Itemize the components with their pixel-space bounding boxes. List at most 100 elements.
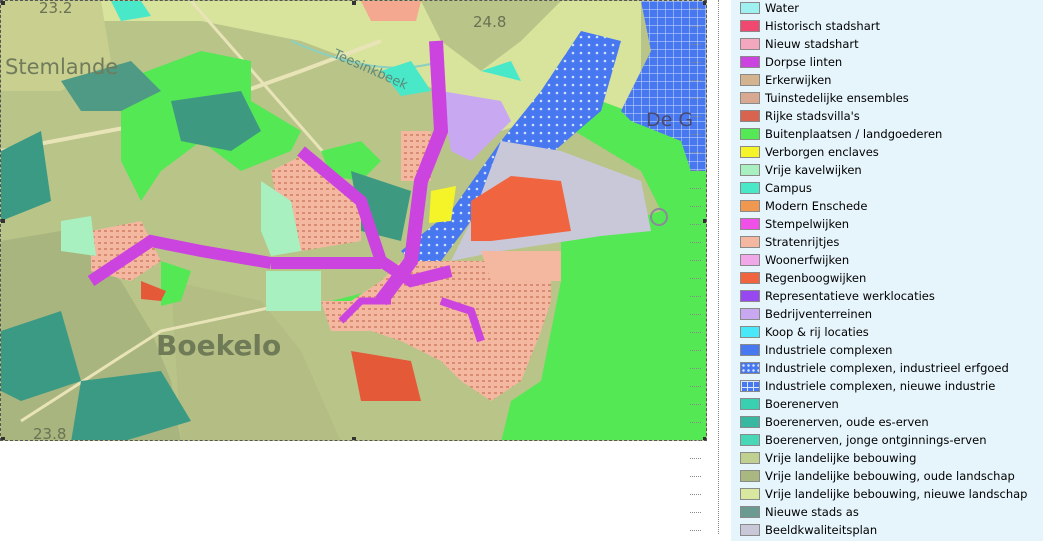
legend-connector [690, 494, 701, 495]
legend-swatch [740, 110, 760, 122]
legend-label: Industriele complexen, nieuwe industrie [765, 379, 996, 393]
legend-label: Boerenerven, oude es-erven [765, 415, 929, 429]
selection-handle[interactable] [352, 437, 356, 440]
legend-item[interactable]: Koop & rij locaties [690, 323, 1027, 341]
legend-swatch [740, 416, 760, 428]
legend-item[interactable]: Buitenplaatsen / landgoederen [690, 125, 1027, 143]
legend-label: Vrije landelijke bebouwing [765, 451, 917, 465]
legend-item[interactable]: Nieuwe stads as [690, 503, 1027, 521]
height-label: 23.8 [33, 425, 67, 441]
legend-item[interactable]: Dorpse linten [690, 53, 1027, 71]
selection-handle[interactable] [1, 219, 5, 223]
legend-item[interactable]: Campus [690, 179, 1027, 197]
legend-swatch [740, 470, 760, 482]
legend-item[interactable]: Verborgen enclaves [690, 143, 1027, 161]
legend-connector [690, 80, 701, 81]
legend-item[interactable]: Nieuw stadshart [690, 35, 1027, 53]
legend-item[interactable]: Vrije landelijke bebouwing, oude landsch… [690, 467, 1027, 485]
legend-item[interactable]: Beeldkwaliteitsplan [690, 521, 1027, 539]
legend-label: Representatieve werklocaties [765, 289, 935, 303]
legend-swatch [740, 452, 760, 464]
legend-label: Stempelwijken [765, 217, 850, 231]
legend-connector [690, 170, 701, 171]
legend-item[interactable]: Vrije landelijke bebouwing [690, 449, 1027, 467]
legend-connector [690, 188, 701, 189]
legend-swatch [740, 380, 760, 392]
legend-label: Verborgen enclaves [765, 145, 879, 159]
legend-label: Bedrijventerreinen [765, 307, 873, 321]
legend-label: Nieuwe stads as [765, 505, 859, 519]
legend-list: Water Historisch stadshart Nieuw stadshart… [690, 0, 1028, 539]
legend-label: Industriele complexen, industrieel erfgo… [765, 361, 1009, 375]
legend-item[interactable]: Vrije kavelwijken [690, 161, 1027, 179]
legend-item[interactable]: Stratenrijtjes [690, 233, 1027, 251]
legend-item[interactable]: Representatieve werklocaties [690, 287, 1027, 305]
legend-label: Boerenerven [765, 397, 839, 411]
legend-label: Vrije kavelwijken [765, 163, 862, 177]
legend-connector [690, 98, 701, 99]
legend-item[interactable]: Historisch stadshart [690, 17, 1027, 35]
legend-label: Boerenerven, jonge ontginnings-erven [765, 433, 987, 447]
legend-connector [690, 314, 701, 315]
legend-label: Erkerwijken [765, 73, 832, 87]
legend-label: Stratenrijtjes [765, 235, 840, 249]
legend-item[interactable]: Erkerwijken [690, 71, 1027, 89]
legend-swatch [740, 290, 760, 302]
legend-item[interactable]: Boerenerven [690, 395, 1027, 413]
legend-swatch [740, 164, 760, 176]
legend-connector [690, 530, 701, 531]
height-label: 24.8 [473, 13, 507, 31]
legend-swatch [740, 236, 760, 248]
legend-connector [690, 8, 701, 9]
legend-swatch [740, 128, 760, 140]
legend-item[interactable]: Bedrijventerreinen [690, 305, 1027, 323]
selection-handle[interactable] [1, 437, 5, 440]
legend-item[interactable]: Vrije landelijke bebouwing, nieuwe lands… [690, 485, 1028, 503]
legend-item[interactable]: Water [690, 0, 1027, 17]
legend-connector [690, 206, 701, 207]
legend-connector [690, 152, 701, 153]
legend-item[interactable]: Industriele complexen, nieuwe industrie [690, 377, 1027, 395]
legend-swatch [740, 308, 760, 320]
legend-label: Nieuw stadshart [765, 37, 859, 51]
legend-swatch [740, 38, 760, 50]
height-label: 23.2 [39, 0, 73, 17]
legend-swatch [740, 326, 760, 338]
legend-item[interactable]: Stempelwijken [690, 215, 1027, 233]
legend-label: Woonerfwijken [765, 253, 850, 267]
map-view[interactable]: Boekelo Stemlande De G Teesinkbeek 23.2 … [0, 0, 707, 441]
legend-panel: Water Historisch stadshart Nieuw stadshart… [690, 0, 1043, 541]
legend-connector [690, 332, 701, 333]
legend-label: Vrije landelijke bebouwing, nieuwe lands… [765, 487, 1028, 501]
selection-handle[interactable] [1, 1, 5, 5]
place-label-stemlande: Stemlande [5, 55, 119, 79]
legend-item[interactable]: Boerenerven, oude es-erven [690, 413, 1027, 431]
legend-label: Rijke stadsvilla's [765, 109, 860, 123]
legend-item[interactable]: Industriele complexen, industrieel erfgo… [690, 359, 1027, 377]
legend-connector [690, 242, 701, 243]
legend-item[interactable]: Modern Enschede [690, 197, 1027, 215]
legend-label: Koop & rij locaties [765, 325, 869, 339]
legend-swatch [740, 200, 760, 212]
legend-item[interactable]: Industriele complexen [690, 341, 1027, 359]
place-label-de-g: De G [646, 109, 694, 131]
place-label-boekelo: Boekelo [156, 329, 282, 362]
selection-handle[interactable] [352, 1, 356, 5]
legend-label: Buitenplaatsen / landgoederen [765, 127, 943, 141]
legend-item[interactable]: Tuinstedelijke ensembles [690, 89, 1027, 107]
legend-connector [690, 62, 701, 63]
legend-swatch [740, 524, 760, 536]
legend-swatch [740, 506, 760, 518]
legend-connector [690, 368, 701, 369]
legend-item[interactable]: Boerenerven, jonge ontginnings-erven [690, 431, 1027, 449]
legend-label: Industriele complexen [765, 343, 893, 357]
legend-item[interactable]: Regenboogwijken [690, 269, 1027, 287]
legend-connector [690, 224, 701, 225]
legend-label: Beeldkwaliteitsplan [765, 523, 878, 537]
legend-connector [690, 440, 701, 441]
legend-item[interactable]: Rijke stadsvilla's [690, 107, 1027, 125]
legend-label: Tuinstedelijke ensembles [765, 91, 909, 105]
legend-connector [690, 458, 701, 459]
legend-connector [690, 404, 701, 405]
legend-item[interactable]: Woonerfwijken [690, 251, 1027, 269]
